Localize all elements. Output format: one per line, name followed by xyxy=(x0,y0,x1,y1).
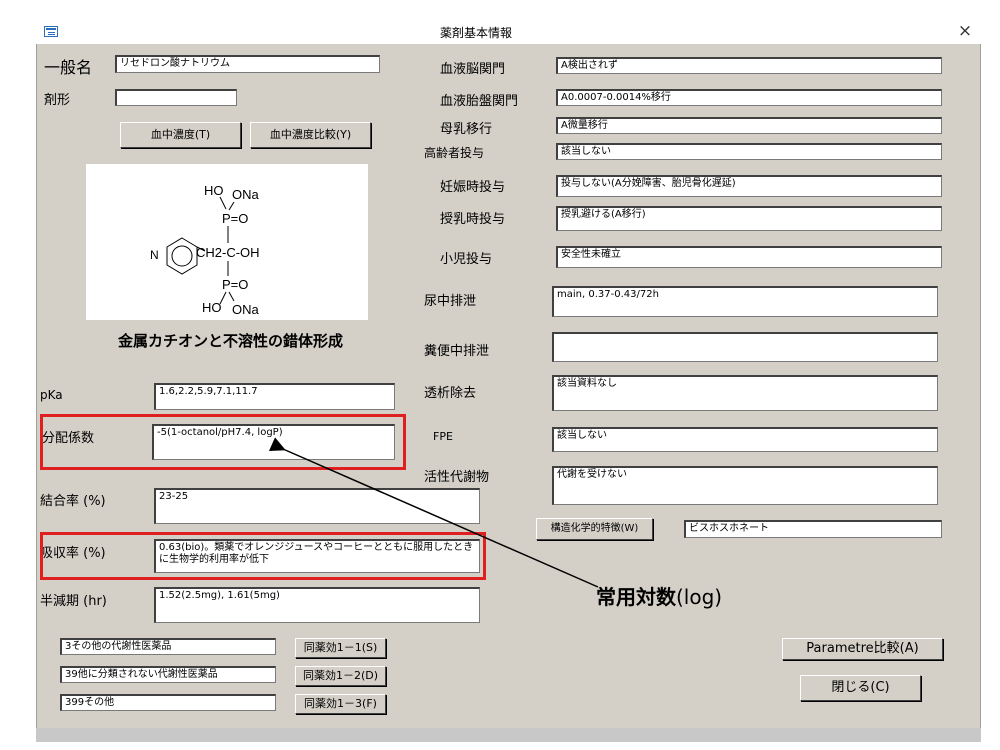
annotation-main: 常用対数 xyxy=(596,585,676,609)
annotation-sub: (log) xyxy=(676,585,723,609)
arrow-line xyxy=(268,437,599,588)
annotation-label: 常用対数(log) xyxy=(596,581,722,610)
annotation-arrow xyxy=(268,437,599,588)
